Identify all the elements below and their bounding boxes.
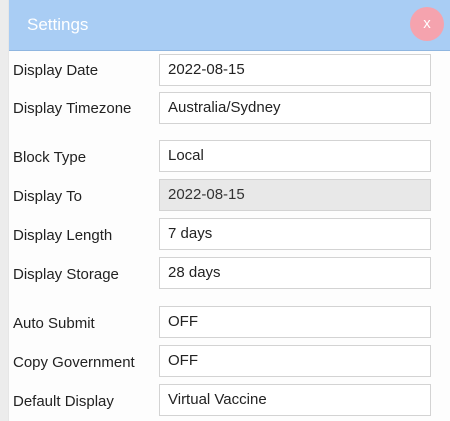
dialog-title: Settings [27,15,89,34]
copy-government-field[interactable]: OFF [159,345,431,377]
label-auto-submit: Auto Submit [13,315,95,332]
label-default-display: Default Display [13,393,114,410]
label-display-date: Display Date [13,62,99,79]
label-display-length: Display Length [13,227,113,244]
display-timezone-field[interactable]: Australia/Sydney [159,92,431,124]
display-date-field[interactable]: 2022-08-15 [159,54,431,86]
label-block-type: Block Type [13,149,87,166]
default-display-field[interactable]: Virtual Vaccine [159,384,431,416]
display-length-field[interactable]: 7 days [159,218,431,250]
block-type-field[interactable]: Local [159,140,431,172]
label-display-to: Display To [13,188,82,205]
close-button[interactable]: x [410,7,444,41]
display-to-field: 2022-08-15 [159,179,431,211]
dialog-header: Settings x [9,0,450,51]
auto-submit-field[interactable]: OFF [159,306,431,338]
settings-dialog: Settings x Display Date 2022-08-15 Displ… [8,0,450,421]
label-display-storage: Display Storage [13,266,119,283]
label-display-timezone: Display Timezone [13,100,132,117]
display-storage-field[interactable]: 28 days [159,257,431,289]
label-copy-government: Copy Government [13,354,135,371]
